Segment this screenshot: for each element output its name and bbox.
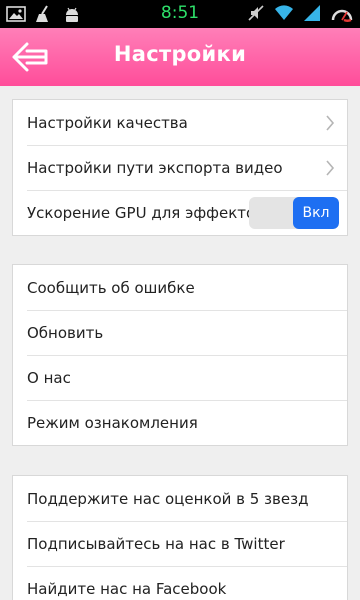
signal-icon xyxy=(304,5,320,21)
gpu-acceleration-label: Ускорение GPU для эффектов xyxy=(27,203,265,222)
find-facebook-label: Найдите нас на Facebook xyxy=(27,579,227,598)
status-bar: 8:51 xyxy=(0,0,360,28)
about-label: О нас xyxy=(27,368,71,387)
toggle-on-label: Вкл xyxy=(293,197,339,229)
settings-screen: 8:51 Настройки Настройки качества Настро… xyxy=(0,0,360,600)
report-bug-item[interactable]: Сообщить об ошибке xyxy=(13,265,347,310)
page-title: Настройки xyxy=(113,42,247,66)
update-item[interactable]: Обновить xyxy=(13,310,347,355)
export-path-settings-item[interactable]: Настройки пути экспорта видео xyxy=(13,145,347,190)
update-label: Обновить xyxy=(27,323,104,342)
find-facebook-item[interactable]: Найдите нас на Facebook xyxy=(13,566,347,600)
rate-app-item[interactable]: Поддержите нас оценкой в 5 звезд xyxy=(13,476,347,521)
wifi-icon xyxy=(275,5,293,21)
mute-icon xyxy=(248,5,264,21)
follow-twitter-item[interactable]: Подписывайтесь на нас в Twitter xyxy=(13,521,347,566)
tour-mode-label: Режим ознакомления xyxy=(27,413,198,432)
rate-app-label: Поддержите нас оценкой в 5 звезд xyxy=(27,489,309,508)
settings-group-social: Поддержите нас оценкой в 5 звезд Подписы… xyxy=(12,475,348,600)
gpu-acceleration-item: Ускорение GPU для эффектов Вкл xyxy=(13,190,347,235)
chevron-right-icon xyxy=(326,159,335,176)
quality-settings-item[interactable]: Настройки качества xyxy=(13,100,347,145)
settings-group-app: Сообщить об ошибке Обновить О нас Режим … xyxy=(12,264,348,446)
tour-mode-item[interactable]: Режим ознакомления xyxy=(13,400,347,445)
status-bar-right xyxy=(246,3,354,23)
quality-settings-label: Настройки качества xyxy=(27,113,188,132)
speedometer-icon xyxy=(331,9,353,22)
app-header: Настройки xyxy=(0,28,360,86)
follow-twitter-label: Подписывайтесь на нас в Twitter xyxy=(27,534,285,553)
chevron-right-icon xyxy=(326,114,335,131)
report-bug-label: Сообщить об ошибке xyxy=(27,278,195,297)
export-path-settings-label: Настройки пути экспорта видео xyxy=(27,158,283,177)
settings-group-video: Настройки качества Настройки пути экспор… xyxy=(12,99,348,236)
about-item[interactable]: О нас xyxy=(13,355,347,400)
gpu-acceleration-toggle[interactable]: Вкл xyxy=(249,197,339,229)
